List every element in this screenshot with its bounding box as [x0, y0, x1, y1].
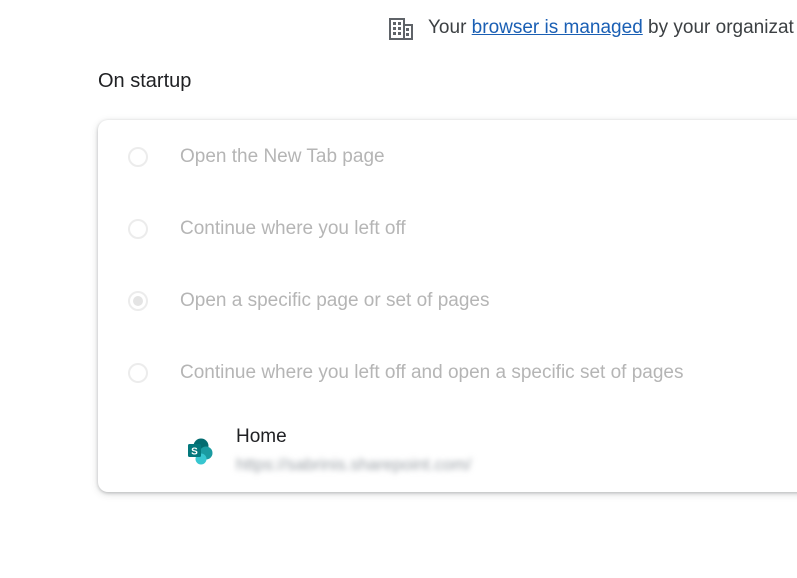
- option-label: Continue where you left off and open a s…: [180, 362, 684, 383]
- radio-dot: [133, 296, 143, 306]
- banner-suffix-text: by your organizat: [642, 17, 794, 38]
- startup-page-entry[interactable]: S Home https://sabrinis.sharepoint.com/: [186, 425, 471, 477]
- svg-text:S: S: [191, 447, 198, 458]
- startup-page-text: Home https://sabrinis.sharepoint.com/: [236, 425, 471, 477]
- section-title: On startup: [98, 70, 192, 92]
- option-label: Open the New Tab page: [180, 146, 385, 167]
- option-new-tab[interactable]: Open the New Tab page: [128, 144, 385, 170]
- option-specific-pages[interactable]: Open a specific page or set of pages: [128, 288, 489, 314]
- building-icon: [388, 15, 414, 41]
- option-label: Continue where you left off: [180, 218, 406, 239]
- option-continue[interactable]: Continue where you left off: [128, 216, 406, 242]
- radio-button-selected[interactable]: [128, 291, 148, 311]
- startup-page-url: https://sabrinis.sharepoint.com/: [236, 455, 472, 474]
- radio-button[interactable]: [128, 363, 148, 383]
- browser-managed-link[interactable]: browser is managed: [472, 17, 643, 39]
- startup-options-card: Open the New Tab page Continue where you…: [98, 120, 797, 492]
- option-continue-and-specific[interactable]: Continue where you left off and open a s…: [128, 360, 683, 386]
- option-label: Open a specific page or set of pages: [180, 290, 490, 311]
- sharepoint-icon: S: [186, 437, 214, 465]
- radio-button[interactable]: [128, 147, 148, 167]
- banner-prefix-text: Your: [428, 17, 472, 38]
- settings-page: Your browser is managed by your organiza…: [0, 0, 797, 578]
- startup-page-title: Home: [236, 426, 287, 447]
- managed-browser-banner: Your browser is managed by your organiza…: [388, 14, 794, 42]
- radio-button[interactable]: [128, 219, 148, 239]
